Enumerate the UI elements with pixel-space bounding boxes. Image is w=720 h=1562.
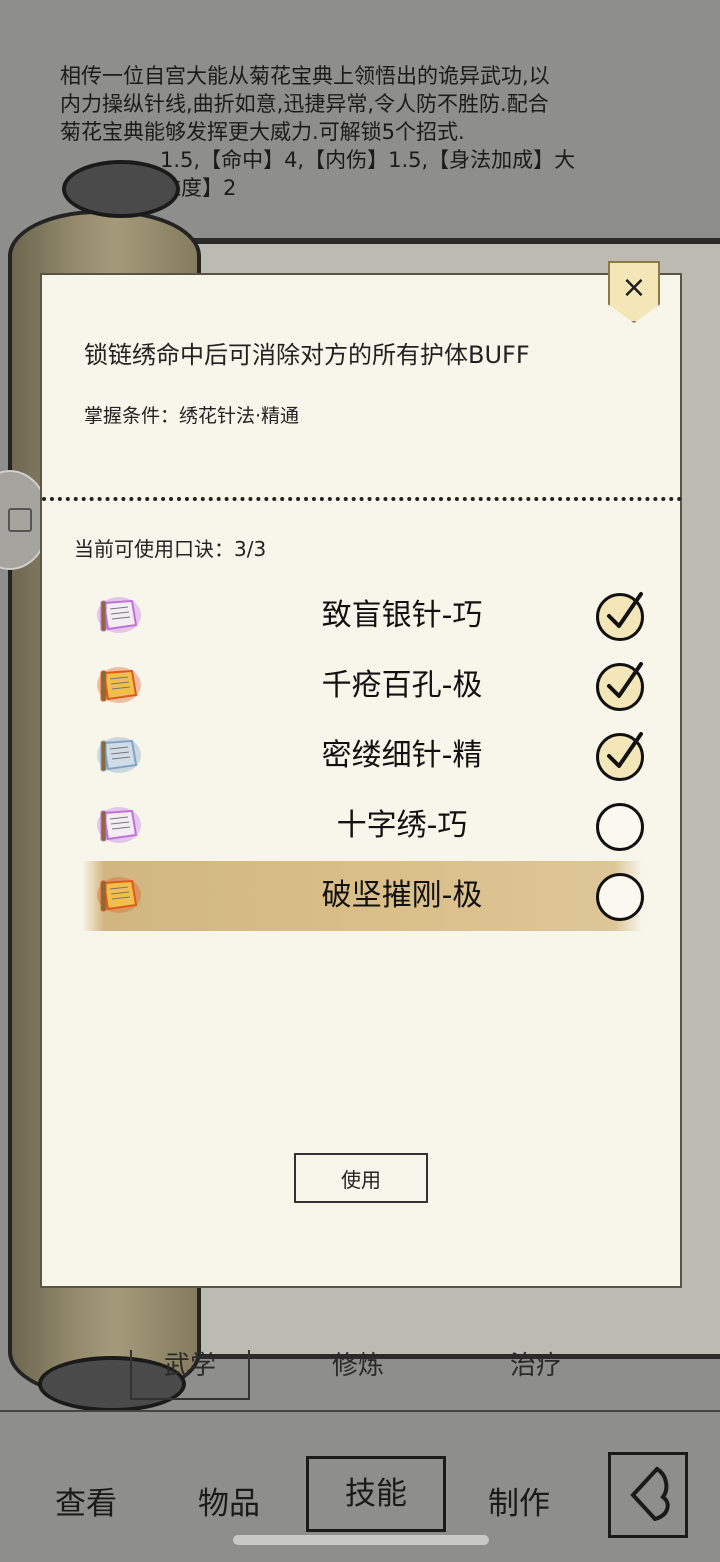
skill-row[interactable]: 密缕细针-精 [82,721,644,791]
tab-healing[interactable]: 治疗 [510,1350,562,1382]
skill-row[interactable]: 十字绣-巧 [82,791,644,861]
close-icon: × [621,270,647,305]
close-button[interactable]: × [608,261,660,323]
skill-list: 致盲银针-巧 千疮百孔-极 密缕细针-精 十字绣-巧破坚摧刚-极 [82,581,682,931]
checked-icon[interactable] [596,592,644,641]
bg-line: 内力操纵针线,曲折如意,迅捷异常,令人防不胜防.配合 [60,92,549,116]
skill-name: 致盲银针-巧 [321,598,483,633]
roller-cap-top [62,160,180,218]
handle-icon [8,508,32,532]
nav-view[interactable]: 查看 [55,1472,117,1536]
sub-tabs: 武学 修炼 治疗 [130,1350,690,1400]
skill-name: 十字绣-巧 [336,808,468,843]
checked-icon[interactable] [596,662,644,711]
back-arrow-icon [630,1466,670,1522]
skill-row[interactable]: 千疮百孔-极 [82,651,644,721]
mastery-condition: 掌握条件：绣花针法·精通 [84,405,300,427]
bg-line: 菊花宝典能够发挥更大威力.可解锁5个招式. [60,120,465,144]
unchecked-circle-icon[interactable] [596,803,644,851]
unchecked-circle-icon[interactable] [596,873,644,921]
nav-skills[interactable]: 技能 [306,1456,446,1532]
home-indicator [233,1535,489,1545]
tab-martial[interactable]: 武学 [130,1350,250,1400]
skill-description: 锁链绣命中后可消除对方的所有护体BUFF [84,341,530,369]
use-button[interactable]: 使用 [294,1153,428,1203]
tab-training[interactable]: 修炼 [332,1350,384,1382]
skill-name: 千疮百孔-极 [321,668,483,703]
skill-row[interactable]: 破坚摧刚-极 [82,861,644,931]
nav-craft[interactable]: 制作 [488,1472,550,1536]
skill-name: 破坚摧刚-极 [321,878,483,913]
skill-row[interactable]: 致盲银针-巧 [82,581,644,651]
available-count: 当前可使用口诀：3/3 [74,537,267,561]
checked-icon[interactable] [596,732,644,781]
skill-name: 密缕细针-精 [321,738,483,773]
divider [42,497,682,501]
nav-items[interactable]: 物品 [198,1472,260,1536]
skill-modal: × 锁链绣命中后可消除对方的所有护体BUFF 掌握条件：绣花针法·精通 当前可使… [40,261,682,1288]
bg-line: 相传一位自宫大能从菊花宝典上领悟出的诡异武功,以 [60,64,550,88]
back-button[interactable] [608,1452,688,1538]
